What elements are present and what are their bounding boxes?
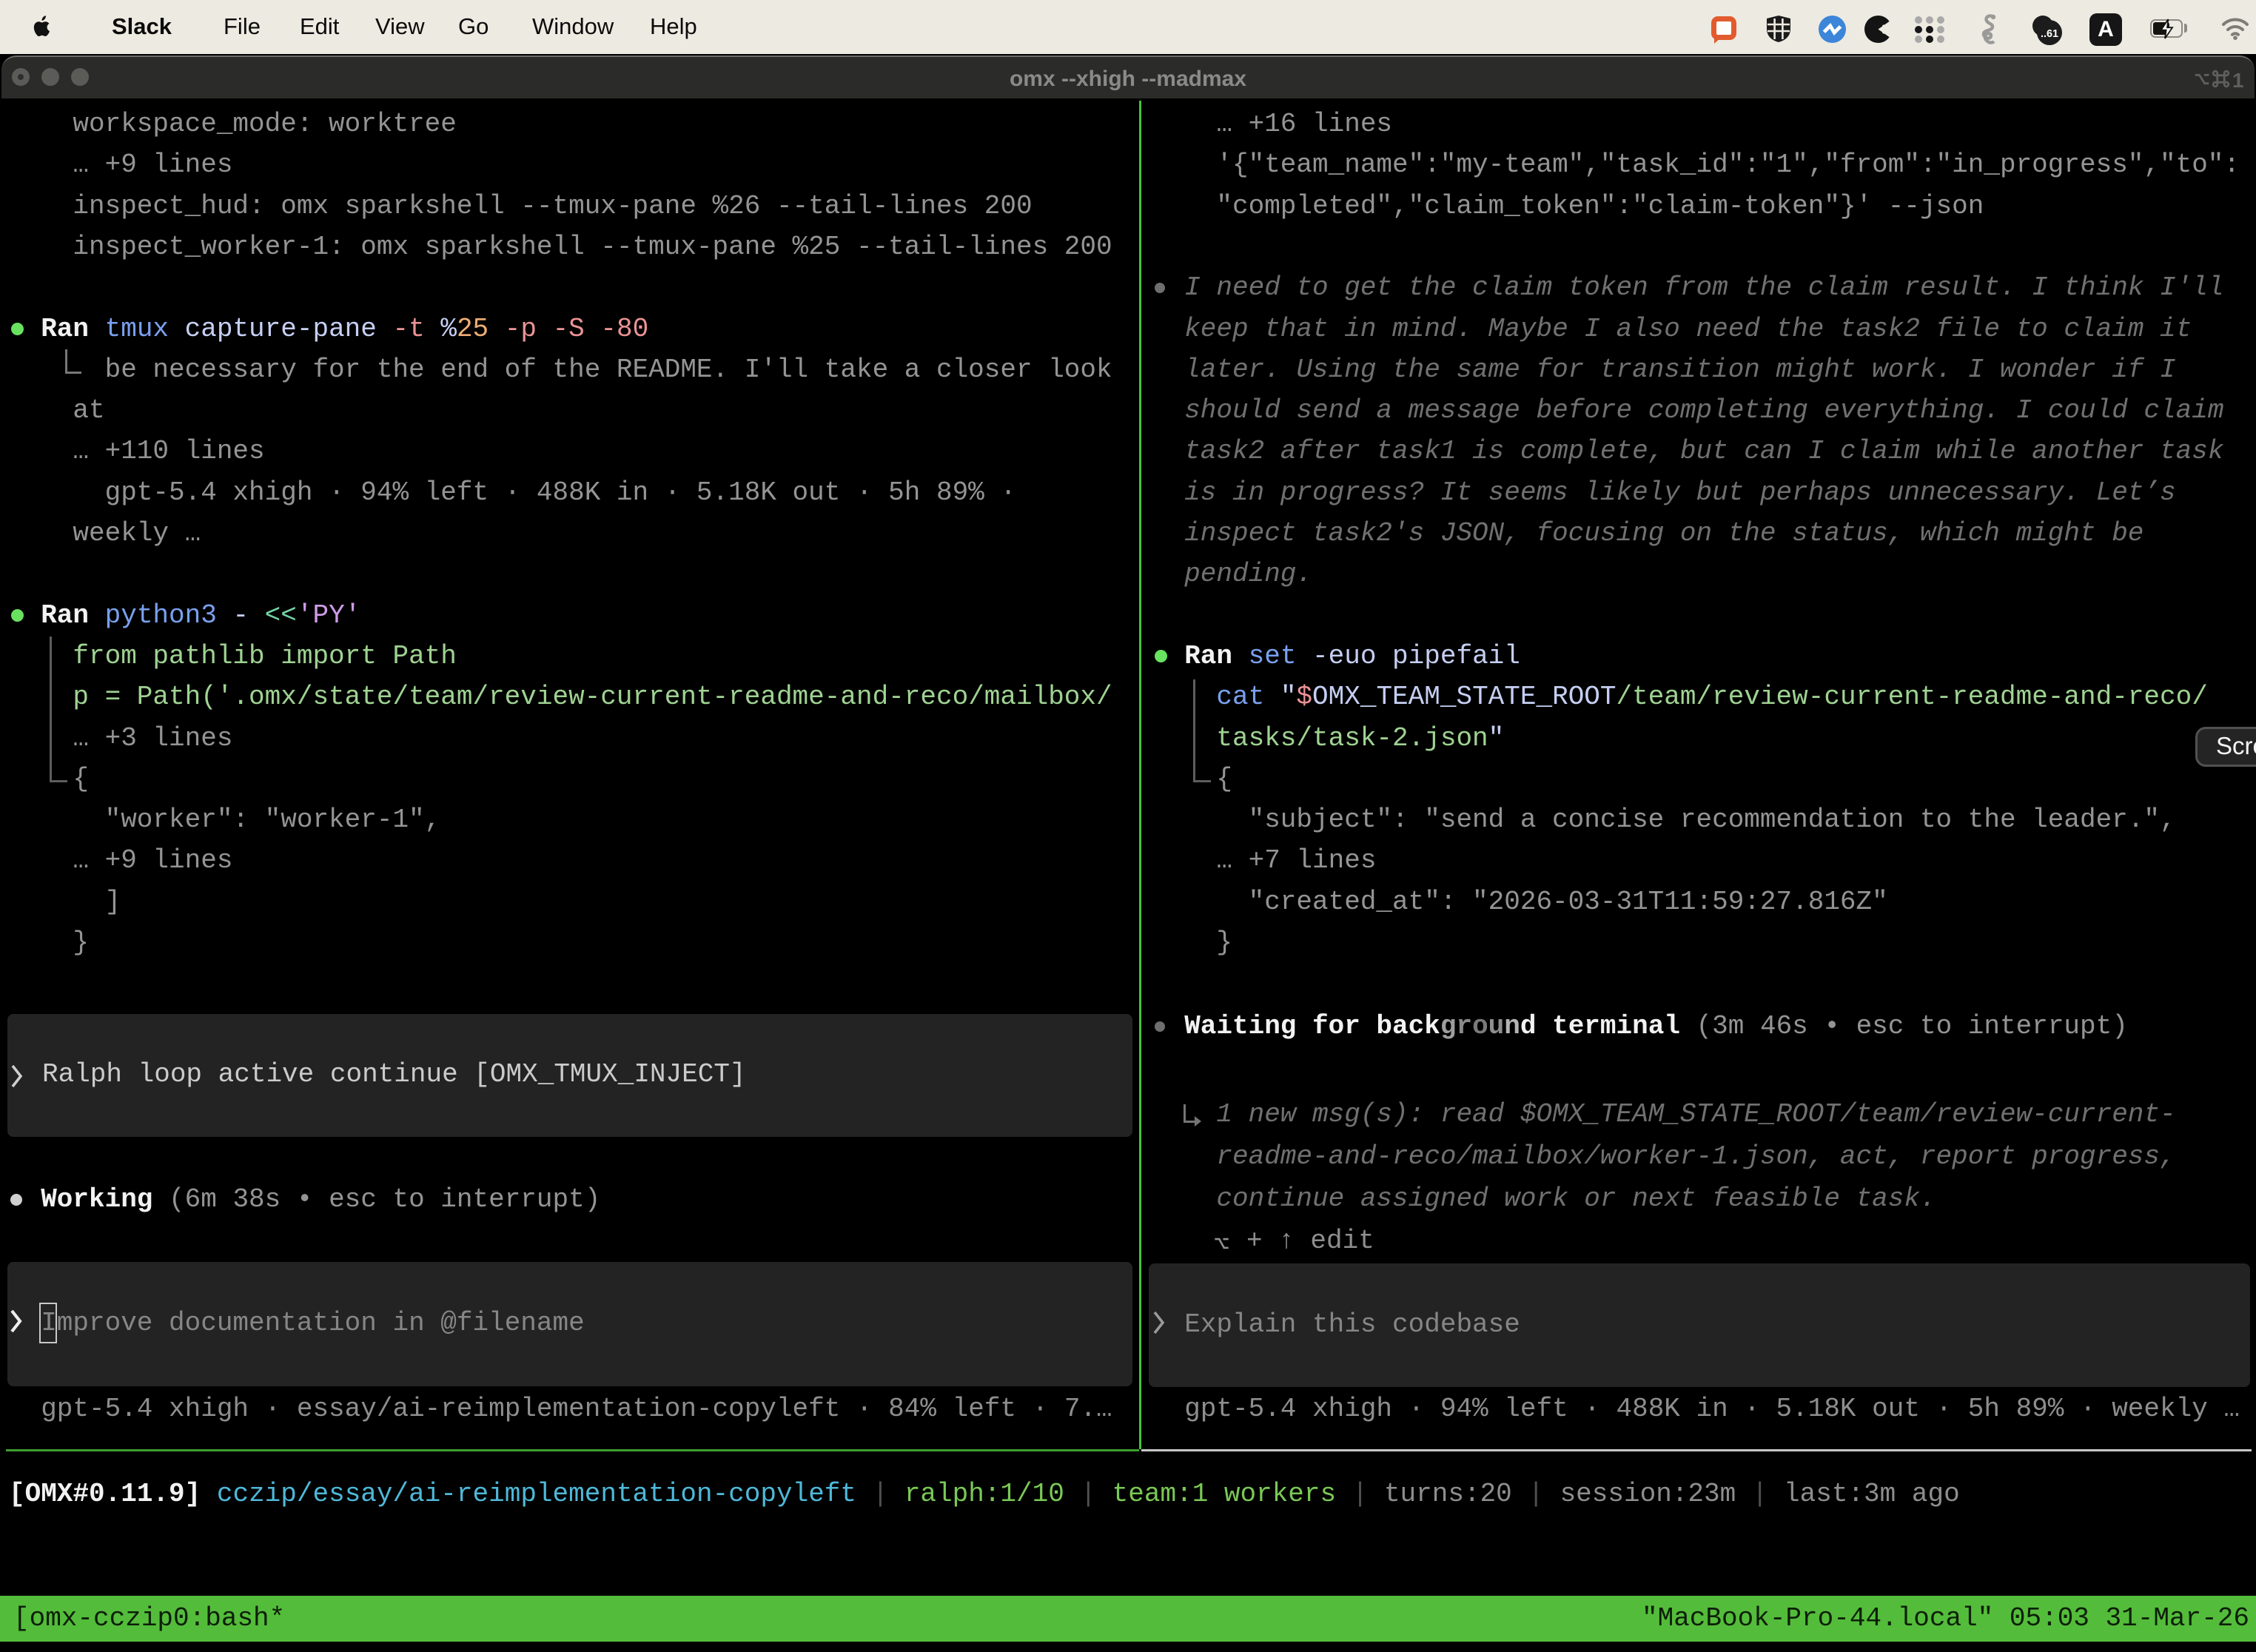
svg-text:..61: ..61 (2041, 28, 2058, 40)
